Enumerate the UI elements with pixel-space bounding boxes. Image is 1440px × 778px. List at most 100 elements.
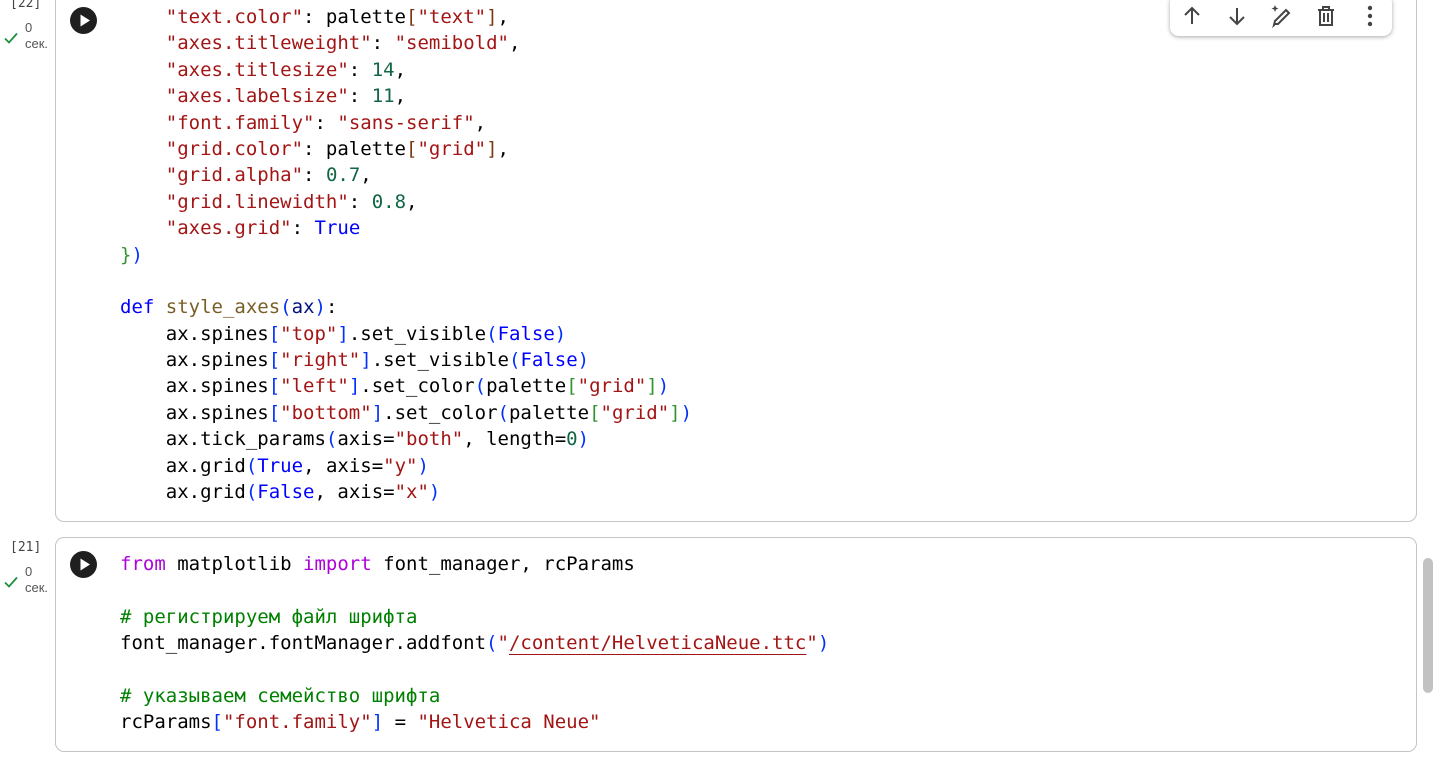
code-line: "axes.titlesize": 14,: [120, 57, 692, 83]
code-token: import: [303, 553, 372, 575]
code-token: ]: [646, 375, 658, 398]
code-token: "sans-serif": [337, 111, 475, 134]
code-token: # регистрируем файл шрифта: [120, 605, 418, 628]
code-token: ): [657, 375, 670, 398]
code-token: [: [268, 349, 281, 372]
code-token: ax.spines: [120, 322, 269, 345]
checkmark-icon: [4, 576, 18, 588]
code-token: .set_color: [383, 401, 498, 424]
code-token: False: [497, 322, 555, 345]
code-line: ax.tick_params(axis="both", length=0): [120, 426, 692, 452]
execution-count: [22]: [10, 0, 42, 11]
code-token: "left": [280, 375, 349, 398]
code-token: [: [268, 375, 281, 398]
code-line: "grid.color": palette["grid"],: [120, 136, 692, 162]
code-editor[interactable]: from matplotlib import font_manager, rcP…: [120, 551, 829, 736]
code-token: ]: [337, 322, 349, 345]
run-cell-button[interactable]: [70, 551, 97, 578]
arrow-up-icon[interactable]: [1178, 2, 1206, 30]
code-token: "font.family": [222, 711, 372, 734]
code-token: axis=: [337, 428, 395, 451]
code-token: "semibold": [394, 32, 509, 55]
code-line: ax.spines["bottom"].set_color(palette["g…: [120, 400, 692, 426]
run-cell-button[interactable]: [70, 7, 97, 34]
code-token: "grid": [600, 401, 670, 424]
code-token: "axes.titleweight": [165, 32, 372, 55]
code-token: (: [497, 401, 509, 424]
code-token: ): [577, 428, 590, 451]
code-token: ,: [394, 85, 407, 108]
duration-unit: сек.: [25, 36, 49, 51]
code-token: .set_color: [360, 375, 475, 398]
code-token: "grid.alpha": [165, 164, 304, 187]
code-line: "font.family": "sans-serif",: [120, 110, 692, 136]
code-line: ax.grid(True, axis="y"): [120, 453, 692, 479]
duration-unit: сек.: [25, 580, 49, 595]
code-token: ): [577, 349, 590, 372]
code-token: [: [406, 6, 418, 28]
code-token: ax.spines: [120, 401, 269, 424]
code-token: ax: [291, 296, 315, 319]
code-token: ax.tick_params: [120, 428, 326, 451]
code-token: "bottom": [280, 401, 372, 424]
play-icon: [80, 14, 90, 27]
code-line: rcParams["font.family"] = "Helvetica Neu…: [120, 709, 829, 735]
code-token: "top": [280, 322, 338, 345]
code-token: ,: [497, 137, 509, 160]
code-token: 0.8: [371, 190, 407, 213]
code-token: (: [486, 322, 498, 345]
code-token: "grid": [417, 137, 487, 160]
code-token: :: [348, 190, 372, 213]
code-token: ): [428, 481, 441, 504]
code-token: "text": [417, 6, 487, 28]
magic-pencil-icon[interactable]: [1267, 2, 1295, 30]
code-token: ,: [497, 6, 509, 28]
code-line: "grid.linewidth": 0.8,: [120, 189, 692, 215]
execution-duration: 0 сек.: [25, 564, 48, 596]
code-token: True: [257, 454, 304, 477]
code-line: "text.color": palette["text"],: [120, 4, 692, 30]
code-token: "font.family": [165, 111, 315, 134]
code-token: =: [383, 711, 418, 734]
code-token: :: [314, 111, 338, 134]
code-token: # указываем семейство шрифта: [120, 684, 441, 707]
code-token: ": [806, 632, 818, 655]
code-token: :: [371, 32, 395, 55]
code-token: "text.color": [165, 6, 304, 28]
code-token: [: [268, 401, 281, 424]
code-token: ,: [474, 111, 487, 134]
scrollbar-thumb[interactable]: [1423, 558, 1433, 693]
code-line: "axes.titleweight": "semibold",: [120, 30, 692, 56]
code-line: ax.grid(False, axis="x"): [120, 479, 692, 505]
trash-icon[interactable]: [1312, 2, 1340, 30]
code-token: :: [348, 85, 372, 108]
code-token: "axes.grid": [165, 217, 292, 240]
code-token: ,: [406, 190, 418, 213]
arrow-down-icon[interactable]: [1223, 2, 1251, 30]
cell-gutter: [21] 0 сек.: [0, 540, 54, 600]
code-token: [: [589, 401, 601, 424]
code-token: matplotlib: [165, 553, 304, 575]
code-line: "axes.grid": True: [120, 215, 692, 241]
code-token: 14: [371, 58, 395, 81]
code-token: from: [120, 553, 166, 575]
code-token: ): [817, 632, 830, 655]
code-token: ,: [508, 32, 521, 55]
code-token: font_manager, rcParams: [371, 553, 635, 575]
code-line: def style_axes(ax):: [120, 294, 692, 320]
code-token: (: [486, 632, 498, 655]
code-editor[interactable]: "text.color": palette["text"], "axes.tit…: [120, 4, 692, 505]
code-token: ): [131, 243, 143, 266]
code-token: :: [348, 58, 372, 81]
more-vert-icon[interactable]: [1356, 2, 1384, 30]
code-token: [: [406, 137, 418, 160]
code-line: # регистрируем файл шрифта: [120, 604, 829, 630]
checkmark-icon: [4, 32, 18, 44]
